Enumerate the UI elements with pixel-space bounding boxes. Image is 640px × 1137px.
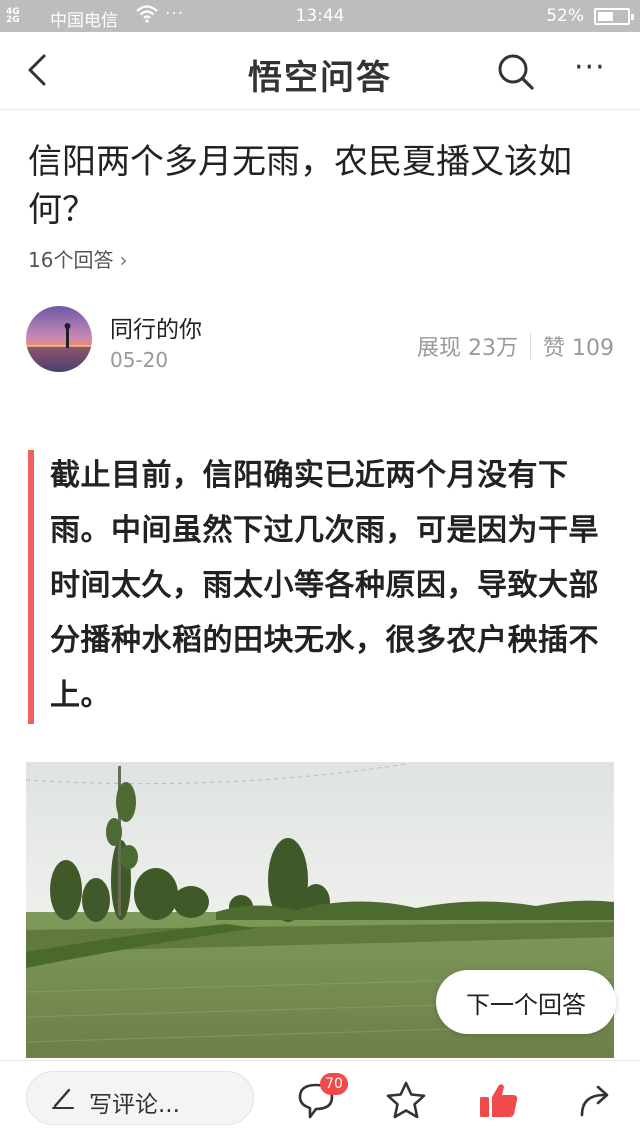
answer-stats: 展现 23万 赞 109 [417, 330, 614, 362]
pen-icon [49, 1084, 77, 1112]
battery-percent: 52% [546, 6, 584, 26]
comment-input[interactable]: 写评论... [26, 1071, 254, 1125]
stats-divider [530, 333, 531, 359]
battery-fill [598, 12, 613, 21]
share-icon[interactable] [574, 1079, 616, 1121]
comment-count-badge: 70 [320, 1073, 348, 1095]
post-date: 05-20 [110, 348, 169, 372]
search-icon[interactable] [496, 52, 536, 92]
favorite-star-icon[interactable] [384, 1079, 428, 1123]
question-title[interactable]: 信阳两个多月无雨，农民夏播又该如何？ [28, 138, 618, 234]
clock: 13:44 [295, 6, 345, 26]
next-answer-button[interactable]: 下一个回答 [436, 970, 616, 1034]
view-count: 展现 23万 [417, 336, 518, 361]
thumbs-up-icon[interactable] [478, 1079, 520, 1121]
more-icon[interactable]: ··· [574, 50, 606, 85]
answer-count-label: 16个回答 [28, 248, 114, 272]
like-count: 赞 109 [543, 336, 614, 361]
bottom-action-bar: 写评论... 70 [0, 1060, 640, 1137]
battery-icon [594, 8, 634, 25]
chevron-right-icon: › [119, 248, 128, 272]
author-name[interactable]: 同行的你 [110, 310, 202, 344]
avatar[interactable] [26, 306, 92, 372]
comment-placeholder: 写评论... [89, 1092, 180, 1118]
quote-accent-bar [28, 450, 34, 724]
answer-count-link[interactable]: 16个回答 › [28, 244, 127, 273]
nav-bar: 悟空问答 ··· [0, 32, 640, 110]
app-title: 悟空问答 [248, 58, 392, 98]
answer-quote: 截止目前，信阳确实已近两个月没有下雨。中间虽然下过几次雨，可是因为干旱时间太久，… [50, 458, 599, 713]
status-bar: 4G 2G 中国电信 ··· 13:44 52% [0, 0, 640, 32]
